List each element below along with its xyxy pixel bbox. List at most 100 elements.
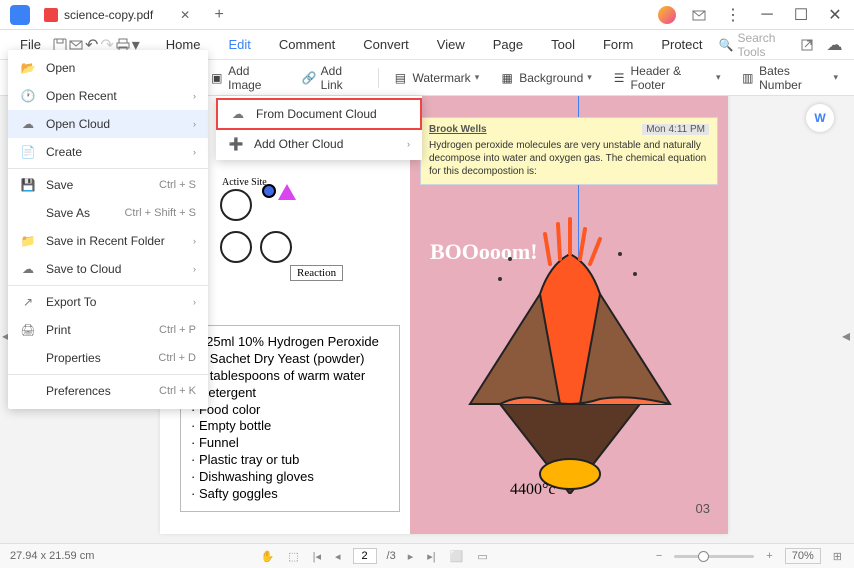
page-number: 03: [696, 501, 710, 516]
enzyme-diagram: Active Site: [220, 189, 252, 221]
minimize-button[interactable]: ─: [752, 1, 782, 29]
chevron-right-icon: ›: [193, 297, 196, 307]
link-icon: 🔗: [302, 70, 317, 86]
menu-save-as[interactable]: Save AsCtrl + Shift + S: [8, 199, 208, 227]
chevron-down-icon: ▾: [587, 72, 592, 83]
menu-open-recent[interactable]: 🕐Open Recent›: [8, 82, 208, 110]
chevron-down-icon: ▾: [475, 72, 480, 83]
list-item: Funnel: [191, 435, 389, 452]
tab-page[interactable]: Page: [479, 33, 537, 56]
view-mode-icon[interactable]: ⊞: [831, 548, 844, 565]
bates-number-button[interactable]: ▥Bates Number▾: [734, 60, 844, 96]
share-icon[interactable]: [684, 1, 714, 29]
select-tool-icon[interactable]: ⬚: [286, 548, 300, 565]
folder-icon: 📁: [20, 233, 36, 249]
page-input[interactable]: [353, 548, 377, 564]
search-icon: 🔍: [719, 38, 734, 52]
chevron-right-icon: ›: [193, 147, 196, 157]
prev-page-button[interactable]: ◂: [333, 548, 343, 565]
enzyme-diagram: [220, 231, 252, 263]
submenu-add-other-cloud[interactable]: ➕Add Other Cloud›: [216, 130, 422, 158]
list-item: Dishwashing gloves: [191, 469, 389, 486]
word-export-icon[interactable]: W: [806, 104, 834, 132]
close-window-button[interactable]: ✕: [820, 1, 850, 29]
submenu-from-document-cloud[interactable]: ☁ From Document Cloud: [216, 98, 422, 130]
chevron-right-icon: ›: [193, 264, 196, 274]
menu-save[interactable]: 💾SaveCtrl + S: [8, 171, 208, 199]
menu-save-recent[interactable]: 📁Save in Recent Folder›: [8, 227, 208, 255]
menu-print[interactable]: 🖨PrintCtrl + P: [8, 316, 208, 344]
total-pages: /3: [387, 550, 396, 562]
bates-label: Bates Number: [759, 64, 829, 92]
open-external-icon[interactable]: [797, 33, 816, 57]
close-tab-icon[interactable]: ✕: [179, 9, 191, 21]
search-placeholder: Search Tools: [737, 31, 789, 59]
next-page-button[interactable]: ▸: [406, 548, 416, 565]
list-item: Plastic tray or tub: [191, 452, 389, 469]
last-page-button[interactable]: ▸|: [425, 548, 437, 565]
add-link-button[interactable]: 🔗Add Link: [296, 60, 370, 96]
header-footer-icon: ☰: [612, 70, 627, 86]
tab-protect[interactable]: Protect: [647, 33, 716, 56]
header-footer-button[interactable]: ☰Header & Footer▾: [606, 60, 727, 96]
menu-save-cloud[interactable]: ☁Save to Cloud›: [8, 255, 208, 283]
tab-comment[interactable]: Comment: [265, 33, 349, 56]
cloud-icon: ☁: [230, 106, 246, 122]
background-label: Background: [519, 71, 583, 85]
new-tab-button[interactable]: +: [209, 5, 229, 25]
menu-open-cloud[interactable]: ☁Open Cloud›: [8, 110, 208, 138]
page-dimensions: 27.94 x 21.59 cm: [10, 550, 94, 562]
pdf-icon: [44, 8, 58, 22]
tab-convert[interactable]: Convert: [349, 33, 423, 56]
menu-create[interactable]: 📄Create›: [8, 138, 208, 166]
tab-view[interactable]: View: [423, 33, 479, 56]
add-image-button[interactable]: ▣Add Image: [203, 60, 287, 96]
list-item: Empty bottle: [191, 418, 389, 435]
first-page-button[interactable]: |◂: [311, 548, 323, 565]
maximize-button[interactable]: ☐: [786, 1, 816, 29]
tab-form[interactable]: Form: [589, 33, 647, 56]
fit-page-icon[interactable]: ⬜: [448, 548, 466, 565]
tab-edit[interactable]: Edit: [214, 33, 264, 56]
list-item: Food color: [191, 402, 389, 419]
document-tab[interactable]: science-copy.pdf ✕: [36, 4, 199, 26]
zoom-out-button[interactable]: −: [654, 548, 664, 564]
enzyme-diagram: [260, 231, 292, 263]
cloud-icon[interactable]: ☁: [825, 33, 844, 57]
list-item: Detergent: [191, 385, 389, 402]
save-icon: 💾: [20, 177, 36, 193]
temperature-label: 4400°c: [510, 481, 556, 499]
comment-body: Hydrogen peroxide molecules are very uns…: [429, 139, 709, 178]
comment-annotation[interactable]: Brook Wells Mon 4:11 PM Hydrogen peroxid…: [420, 117, 718, 185]
menu-export[interactable]: ↗Export To›: [8, 288, 208, 316]
create-icon: 📄: [20, 144, 36, 160]
list-item: 125ml 10% Hydrogen Peroxide: [191, 334, 389, 351]
background-button[interactable]: ▦Background▾: [493, 66, 598, 90]
more-icon[interactable]: ⋮: [718, 1, 748, 29]
zoom-slider[interactable]: [674, 555, 754, 558]
watermark-button[interactable]: ▤Watermark▾: [386, 66, 485, 90]
menu-properties[interactable]: PropertiesCtrl + D: [8, 344, 208, 372]
zoom-thumb[interactable]: [698, 551, 709, 562]
search-tools[interactable]: 🔍 Search Tools: [719, 31, 790, 59]
collapse-right-icon[interactable]: ◂: [842, 326, 852, 346]
menu-preferences[interactable]: PreferencesCtrl + K: [8, 377, 208, 405]
hand-tool-icon[interactable]: ✋: [259, 548, 277, 565]
comment-time: Mon 4:11 PM: [642, 124, 709, 135]
menu-open[interactable]: 📂Open: [8, 54, 208, 82]
header-footer-label: Header & Footer: [630, 64, 711, 92]
chevron-down-icon: ▾: [833, 72, 838, 83]
fit-width-icon[interactable]: ▭: [475, 548, 489, 565]
print-icon: 🖨: [20, 322, 36, 338]
image-icon: ▣: [209, 70, 224, 86]
volcano-illustration: [440, 204, 700, 494]
add-image-label: Add Image: [228, 64, 282, 92]
zoom-level: 70%: [785, 548, 821, 564]
list-item: 1 Sachet Dry Yeast (powder): [191, 351, 389, 368]
comment-author: Brook Wells: [429, 124, 487, 135]
tab-tool[interactable]: Tool: [537, 33, 589, 56]
submenu-label: From Document Cloud: [256, 107, 377, 121]
zoom-in-button[interactable]: +: [764, 548, 774, 564]
ai-assistant-icon[interactable]: [658, 6, 676, 24]
watermark-label: Watermark: [412, 71, 470, 85]
